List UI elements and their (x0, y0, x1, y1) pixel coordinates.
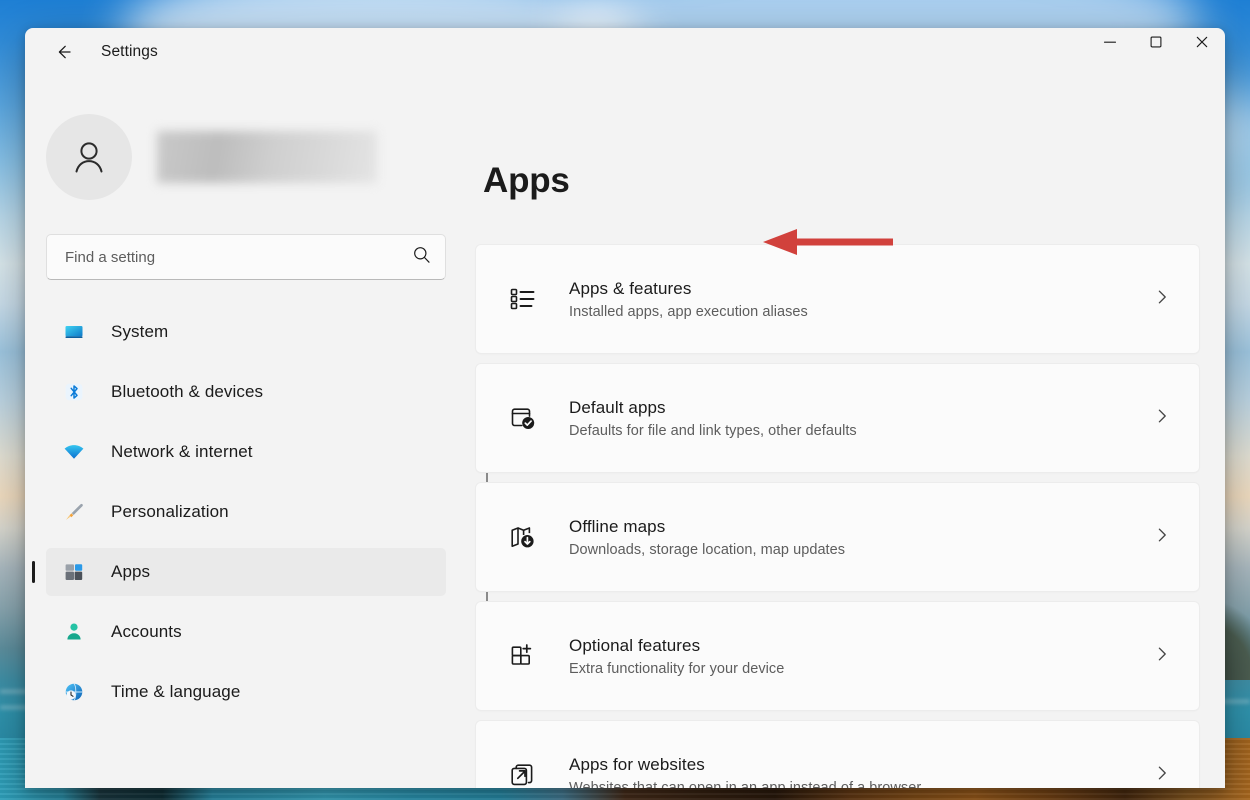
card-text: Offline maps Downloads, storage location… (569, 517, 1153, 558)
settings-card-list: Apps & features Installed apps, app exec… (475, 244, 1200, 788)
grid-plus-icon (506, 639, 540, 673)
settings-window: Settings Find a setting System Bluetooth… (25, 28, 1225, 788)
maximize-button[interactable] (1133, 28, 1179, 62)
card-optional-features[interactable]: Optional features Extra functionality fo… (475, 601, 1200, 711)
card-subtitle: Websites that can open in an app instead… (569, 779, 922, 789)
clock-globe-icon (62, 680, 86, 704)
card-apps-for-websites[interactable]: Apps for websites Websites that can open… (475, 720, 1200, 788)
chevron-right-icon[interactable] (1153, 764, 1177, 787)
window-body: System Bluetooth & devices (25, 76, 1225, 788)
chevron-right-icon[interactable] (1153, 288, 1177, 311)
back-arrow-icon[interactable] (46, 35, 80, 69)
avatar (46, 114, 132, 200)
list-bullets-icon (506, 282, 540, 316)
account-name-redacted (157, 131, 377, 183)
sidebar-item-apps[interactable]: Apps (32, 548, 446, 596)
account-row[interactable] (46, 114, 475, 200)
bluetooth-icon (62, 380, 86, 404)
search-input-field[interactable] (65, 248, 412, 266)
card-subtitle: Extra functionality for your device (569, 660, 785, 677)
system-monitor-icon (62, 320, 86, 344)
card-text: Default apps Defaults for file and link … (569, 398, 1153, 439)
sidebar-item-label: System (111, 322, 169, 341)
sidebar: System Bluetooth & devices (25, 76, 488, 788)
wifi-icon (62, 440, 86, 464)
window-title: Settings (101, 43, 158, 60)
sidebar-item-system[interactable]: System (46, 308, 446, 356)
sidebar-item-accounts[interactable]: Accounts (46, 608, 446, 656)
window-check-icon (506, 401, 540, 435)
card-title: Apps & features (569, 278, 692, 298)
sidebar-item-label: Apps (111, 562, 151, 581)
card-title: Apps for websites (569, 754, 705, 774)
map-download-icon (506, 520, 540, 554)
chevron-right-icon[interactable] (1153, 645, 1177, 668)
sidebar-item-time-language[interactable]: Time & language (46, 668, 446, 716)
card-title: Default apps (569, 397, 666, 417)
card-title: Offline maps (569, 516, 666, 536)
desktop-wallpaper: Settings Find a setting System Bluetooth… (0, 0, 1250, 800)
external-link-pages-icon (506, 758, 540, 788)
search-input[interactable] (46, 234, 446, 280)
main-content: Apps Apps & features Installed apps, app… (475, 76, 1225, 788)
sidebar-item-label: Time & language (111, 682, 241, 701)
sidebar-nav-list: System Bluetooth & devices Network & int… (32, 308, 475, 716)
sidebar-item-personalization[interactable]: Personalization (46, 488, 446, 536)
card-offline-maps[interactable]: Offline maps Downloads, storage location… (475, 482, 1200, 592)
account-person-icon (62, 620, 86, 644)
card-subtitle: Installed apps, app execution aliases (569, 303, 808, 320)
chevron-right-icon[interactable] (1153, 526, 1177, 549)
sidebar-item-label: Bluetooth & devices (111, 382, 264, 401)
card-subtitle: Downloads, storage location, map updates (569, 541, 846, 558)
sidebar-item-network-internet[interactable]: Network & internet (46, 428, 446, 476)
page-title: Apps (483, 161, 570, 200)
minimize-button[interactable] (1087, 28, 1133, 62)
card-default-apps[interactable]: Default apps Defaults for file and link … (475, 363, 1200, 473)
sidebar-item-label: Personalization (111, 502, 229, 521)
sidebar-item-bluetooth-devices[interactable]: Bluetooth & devices (46, 368, 446, 416)
card-subtitle: Defaults for file and link types, other … (569, 422, 857, 439)
chevron-right-icon[interactable] (1153, 407, 1177, 430)
search-icon[interactable] (412, 245, 431, 269)
card-title: Optional features (569, 635, 701, 655)
sidebar-item-label: Network & internet (111, 442, 253, 461)
apps-grid-icon (62, 560, 86, 584)
title-bar: Settings (25, 28, 1225, 76)
sidebar-item-label: Accounts (111, 622, 182, 641)
card-text: Apps for websites Websites that can open… (569, 755, 1153, 789)
paintbrush-icon (62, 500, 86, 524)
card-text: Apps & features Installed apps, app exec… (569, 279, 1153, 320)
card-text: Optional features Extra functionality fo… (569, 636, 1153, 677)
card-apps-and-features[interactable]: Apps & features Installed apps, app exec… (475, 244, 1200, 354)
close-button[interactable] (1179, 28, 1225, 62)
window-controls (1087, 28, 1225, 76)
